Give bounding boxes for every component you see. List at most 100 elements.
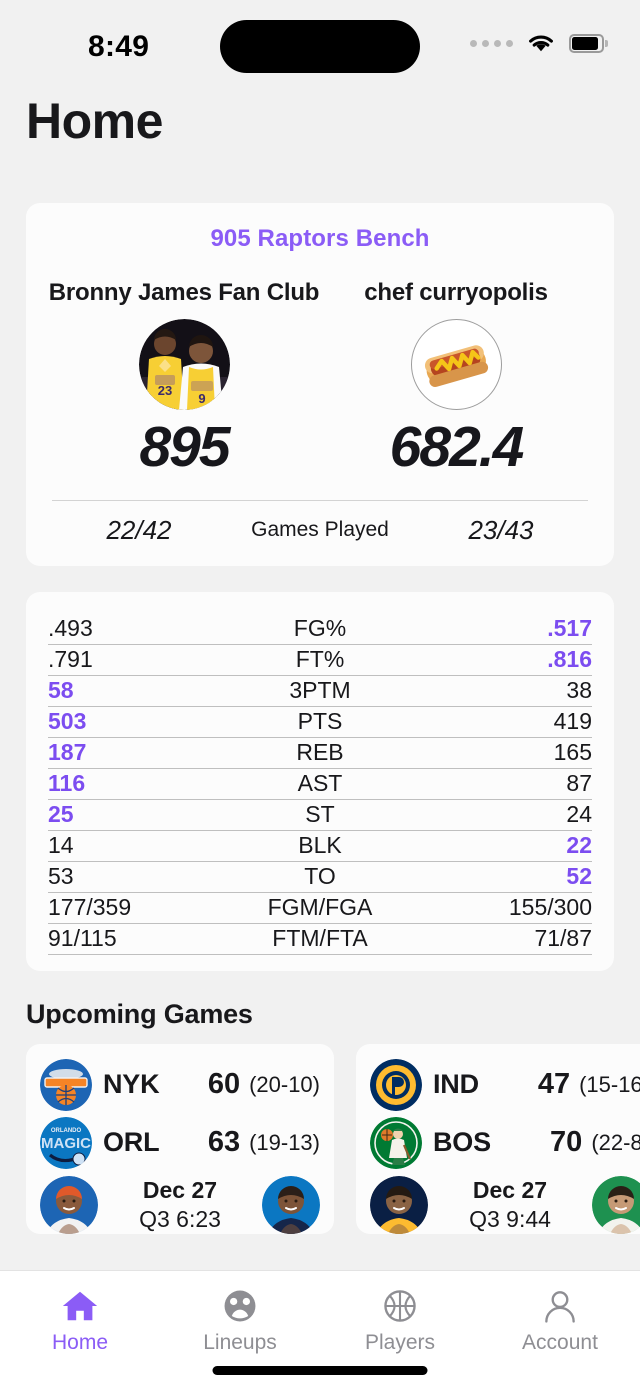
- stat-label: REB: [296, 739, 344, 766]
- stat-right-value: 165: [553, 739, 592, 766]
- stat-row: 25 ST 24: [48, 800, 592, 831]
- team-left-avatar: 23 9: [138, 319, 230, 410]
- upcoming-game-card[interactable]: IND 47 (15-16) BOS 70 (22-8): [356, 1043, 640, 1234]
- stat-right-value: .816: [547, 646, 592, 673]
- matchup-card[interactable]: 905 Raptors Bench Bronny James Fan Club: [26, 203, 614, 566]
- svg-text:23: 23: [157, 383, 171, 398]
- app-screen: 8:49 Home 905 Raptors Bench Bronny James…: [0, 0, 640, 1391]
- svg-text:9: 9: [198, 391, 205, 406]
- team-right-avatar: [410, 319, 502, 410]
- team-abbr: ORL: [103, 1127, 160, 1158]
- stat-label: PTS: [297, 708, 343, 735]
- team-record: (15-16): [579, 1071, 640, 1097]
- stat-row: 187 REB 165: [48, 738, 592, 769]
- game-schedule: Dec 27 Q3 9:44: [428, 1177, 592, 1233]
- team-abbr: IND: [433, 1069, 479, 1100]
- game-time-row: Dec 27 Q3 9:44: [370, 1175, 640, 1234]
- stat-row: 91/115 FTM/FTA 71/87: [48, 924, 592, 955]
- game-schedule: Dec 27 Q3 6:23: [98, 1177, 262, 1233]
- game-team-row: IND 47 (15-16): [370, 1056, 640, 1114]
- knicks-player-headshot: [40, 1175, 98, 1234]
- svg-text:MAGIC: MAGIC: [41, 1135, 91, 1152]
- stat-label: ST: [305, 801, 335, 828]
- stat-row: 503 PTS 419: [48, 707, 592, 738]
- stat-right-value: 24: [566, 801, 592, 828]
- stat-label: 3PTM: [289, 677, 351, 704]
- team-score: 63: [207, 1126, 241, 1159]
- status-bar-indicators: [470, 32, 608, 54]
- magic-logo: ORLANDO MAGIC: [40, 1116, 92, 1169]
- pacers-logo: [370, 1058, 422, 1111]
- stat-label: AST: [297, 770, 343, 797]
- stat-right-value: 22: [566, 832, 592, 859]
- team-left-name: Bronny James Fan Club: [48, 279, 320, 306]
- game-date: Dec 27: [472, 1176, 548, 1203]
- stat-right-value: 52: [566, 863, 592, 890]
- stat-left-value: 187: [48, 739, 87, 766]
- team-score: 60: [207, 1068, 241, 1101]
- stat-right-value: 38: [566, 677, 592, 704]
- stat-left-value: .791: [48, 646, 93, 673]
- tab-players[interactable]: Players: [320, 1285, 480, 1355]
- stat-label: FGM/FGA: [267, 894, 373, 921]
- team-score: 70: [550, 1126, 583, 1159]
- games-played-row: 22/42 Games Played 23/43: [48, 515, 592, 546]
- stat-right-value: 155/300: [508, 894, 592, 921]
- wifi-icon: [526, 32, 556, 54]
- team-right-score: 682.4: [389, 415, 525, 479]
- people-icon: [218, 1285, 262, 1327]
- tab-home[interactable]: Home: [0, 1285, 160, 1355]
- stat-label: FTM/FTA: [272, 925, 368, 952]
- team-left[interactable]: Bronny James Fan Club 23 9 895: [48, 279, 320, 478]
- stat-row: .791 FT% .816: [48, 645, 592, 676]
- stats-comparison-card: .493 FG% .517 .791 FT% .816 58 3PTM 38 503 PTS 419 1…: [26, 591, 614, 971]
- upcoming-game-card[interactable]: NYK 60 (20-10) ORLANDO MAGIC ORL 63 (19-…: [26, 1043, 334, 1234]
- stat-row: 14 BLK 22: [48, 831, 592, 862]
- teams-row: Bronny James Fan Club 23 9 895 chef curr…: [48, 279, 592, 478]
- tab-account[interactable]: Account: [480, 1285, 640, 1355]
- magic-player-headshot: [262, 1175, 320, 1234]
- games-played-label: Games Played: [251, 518, 389, 542]
- pacers-player-headshot: [370, 1175, 428, 1234]
- celtics-logo: [370, 1116, 422, 1169]
- stat-left-value: 503: [48, 708, 87, 735]
- team-abbr: NYK: [103, 1069, 160, 1100]
- celtics-player-headshot: [592, 1175, 640, 1234]
- game-time-row: Dec 27 Q3 6:23: [40, 1175, 320, 1234]
- league-name: 905 Raptors Bench: [210, 225, 430, 252]
- stat-right-value: 71/87: [534, 925, 592, 952]
- upcoming-games-carousel[interactable]: NYK 60 (20-10) ORLANDO MAGIC ORL 63 (19-…: [0, 1043, 640, 1234]
- games-played-right: 23/43: [468, 514, 534, 545]
- game-date: Dec 27: [142, 1176, 218, 1203]
- page-title: Home: [26, 93, 163, 149]
- status-bar-time: 8:49: [88, 30, 150, 63]
- upcoming-games-title: Upcoming Games: [26, 998, 253, 1029]
- team-right[interactable]: chef curryopolis 682.4: [320, 279, 592, 478]
- tab-label: Home: [51, 1331, 109, 1354]
- stat-left-value: .493: [48, 615, 93, 642]
- stat-left-value: 58: [48, 677, 74, 704]
- team-record: (22-8): [591, 1129, 640, 1155]
- tab-lineups[interactable]: Lineups: [160, 1285, 320, 1355]
- tab-label: Lineups: [203, 1331, 277, 1354]
- tab-label: Account: [522, 1331, 598, 1354]
- stat-left-value: 53: [48, 863, 74, 890]
- game-team-row: BOS 70 (22-8): [370, 1114, 640, 1172]
- game-team-row: ORLANDO MAGIC ORL 63 (19-13): [40, 1114, 320, 1172]
- dynamic-island: [220, 20, 420, 73]
- stat-row: 177/359 FGM/FGA 155/300: [48, 893, 592, 924]
- divider: [52, 499, 588, 501]
- tab-label: Players: [364, 1331, 436, 1354]
- stat-row: 116 AST 87: [48, 769, 592, 800]
- person-icon: [538, 1285, 582, 1327]
- stat-rows: .493 FG% .517 .791 FT% .816 58 3PTM 38 503 PTS 419 1…: [48, 614, 592, 955]
- stat-label: FT%: [295, 646, 345, 673]
- stat-label: FG%: [293, 615, 347, 642]
- basketball-icon: [378, 1285, 422, 1327]
- stat-right-value: 419: [553, 708, 592, 735]
- stat-right-value: .517: [547, 615, 592, 642]
- status-bar: 8:49: [0, 0, 640, 92]
- home-indicator[interactable]: [212, 1366, 428, 1375]
- stat-left-value: 177/359: [48, 894, 132, 921]
- team-abbr: BOS: [433, 1127, 491, 1158]
